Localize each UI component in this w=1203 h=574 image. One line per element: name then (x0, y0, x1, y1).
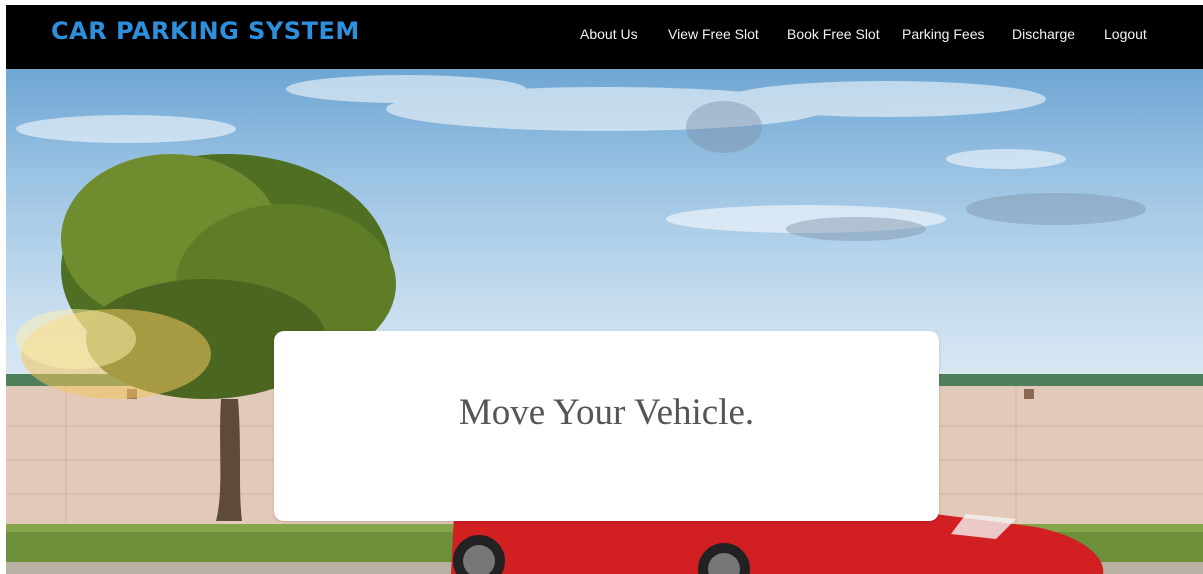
hero-banner: Move Your Vehicle. (6, 69, 1203, 574)
nav-about-us[interactable]: About Us (580, 26, 638, 42)
app-frame: CAR PARKING SYSTEM About Us View Free Sl… (6, 5, 1203, 574)
nav-discharge[interactable]: Discharge (1012, 26, 1075, 42)
nav-logout[interactable]: Logout (1104, 26, 1147, 42)
nav-book-free-slot[interactable]: Book Free Slot (787, 26, 880, 42)
message-text: Move Your Vehicle. (458, 392, 755, 433)
message-card: Move Your Vehicle. (274, 331, 939, 521)
nav-parking-fees[interactable]: Parking Fees (902, 26, 984, 42)
nav-view-free-slot[interactable]: View Free Slot (668, 26, 759, 42)
brand-title[interactable]: CAR PARKING SYSTEM (51, 17, 360, 45)
top-navbar: CAR PARKING SYSTEM About Us View Free Sl… (6, 5, 1203, 69)
